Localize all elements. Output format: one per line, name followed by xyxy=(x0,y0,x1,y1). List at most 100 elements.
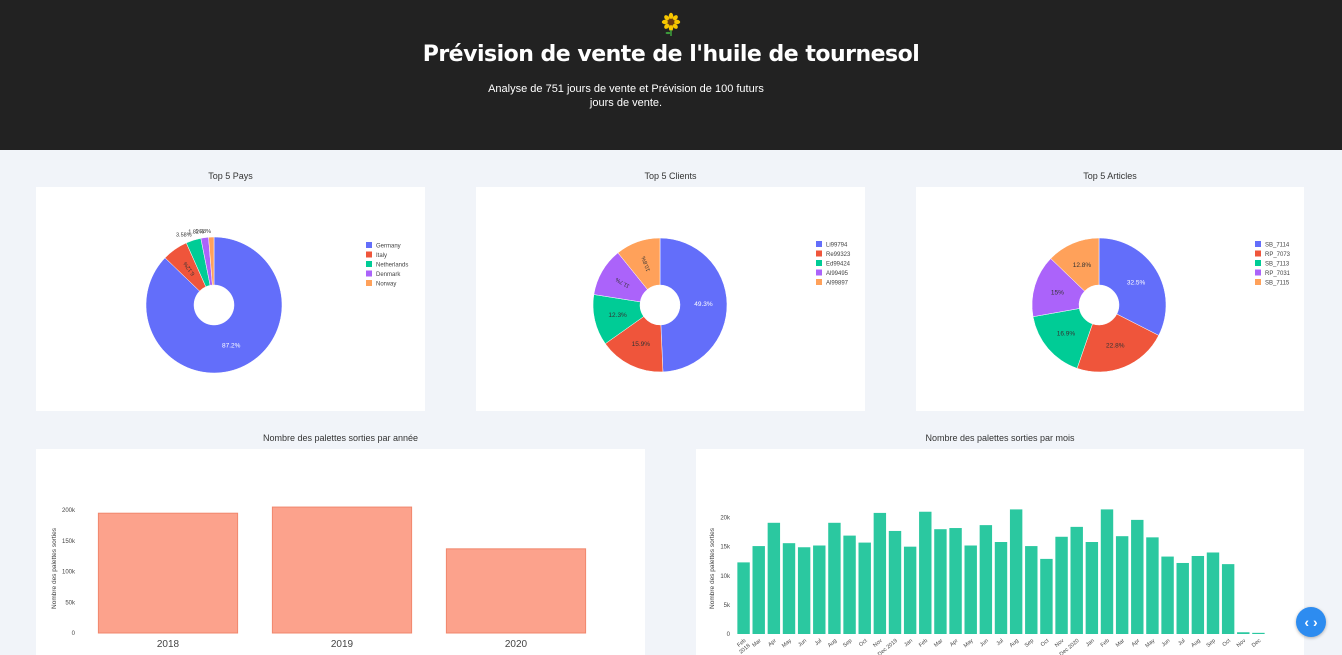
pie-card-pays: 87.2% Germany 6.12% Italy 3.58% Netherlands 1.… xyxy=(36,187,425,411)
pie-chart-articles[interactable]: 32.5% SB_7114 22.8% RP_7073 16.9% SB_7113 15% R… xyxy=(916,187,1304,411)
x-tick-label: Aug xyxy=(1009,638,1020,649)
bar-jul[interactable] xyxy=(1176,562,1189,634)
slice-value-label: 22.8% xyxy=(1106,342,1125,349)
y-tick-label: 100k xyxy=(62,570,76,576)
bar-feb[interactable] xyxy=(919,511,932,634)
y-tick-label: 200k xyxy=(62,508,76,514)
bar-jun[interactable] xyxy=(797,547,811,634)
bar-sep[interactable] xyxy=(1025,546,1038,634)
bar-dec[interactable] xyxy=(888,530,902,634)
legend-label-li99794[interactable]: Li99794 xyxy=(826,243,848,249)
bar-aug[interactable] xyxy=(828,522,841,634)
legend-swatch-re99323[interactable] xyxy=(816,250,822,257)
bar-2018[interactable] xyxy=(97,512,239,634)
bar-dec[interactable] xyxy=(1070,526,1083,634)
x-tick-label: Nov xyxy=(1236,638,1248,649)
code-toggle-button[interactable]: ‹ › xyxy=(1296,607,1326,637)
x-tick-label: Aug xyxy=(827,638,838,649)
bar-feb[interactable] xyxy=(1100,509,1114,634)
legend-swatch-al99897[interactable] xyxy=(816,279,822,285)
legend-label-ed99424[interactable]: Ed99424 xyxy=(826,262,851,268)
bar-may[interactable] xyxy=(782,543,796,634)
legend-label-sb-7115[interactable]: SB_7115 xyxy=(1265,281,1290,287)
legend-swatch-rp-7073[interactable] xyxy=(1255,250,1261,257)
legend-label-sb-7113[interactable]: SB_7113 xyxy=(1265,262,1290,268)
bar-jan-2020[interactable] xyxy=(1085,542,1099,634)
bar-card-mois: 0 5k 10k 15k 20k Nombre des palettes sorties F… xyxy=(696,449,1304,655)
pie-slice-sb-7114[interactable] xyxy=(1098,237,1167,336)
x-tick-label: Jul xyxy=(814,638,823,647)
bar-oct[interactable] xyxy=(1040,558,1053,634)
bar-2019[interactable] xyxy=(271,506,413,634)
legend-label-denmark[interactable]: Denmark xyxy=(376,272,401,278)
bar-aug[interactable] xyxy=(1009,509,1023,634)
slice-value-label: 15% xyxy=(1051,289,1064,296)
legend-label-rp-7031[interactable]: RP_7031 xyxy=(1265,271,1291,277)
legend-label-al99897[interactable]: Al99897 xyxy=(826,281,849,287)
x-tick-label: Jan xyxy=(1085,638,1096,648)
bar-dec[interactable] xyxy=(1252,632,1265,634)
y-tick-label: 20k xyxy=(720,516,731,522)
x-tick-label: 2020 xyxy=(505,639,528,650)
bar-feb-2018[interactable] xyxy=(737,562,750,634)
bar-aug[interactable] xyxy=(1191,555,1205,634)
slice-value-label: 49.3% xyxy=(694,301,713,308)
y-tick-label: 50k xyxy=(65,600,76,606)
bar-nov[interactable] xyxy=(873,512,887,634)
bar-apr[interactable] xyxy=(949,528,962,634)
legend-swatch-italy[interactable] xyxy=(366,251,372,258)
bar-chart-mois[interactable]: 0 5k 10k 15k 20k Nombre des palettes sorties F… xyxy=(696,449,1304,655)
bar-mar[interactable] xyxy=(752,546,765,634)
chart-title-annee: Nombre des palettes sorties par année xyxy=(262,433,419,443)
pie-chart-clients[interactable]: 49.3%Li9979415.9%Re9932312.3%Ed9942411.7… xyxy=(476,187,865,411)
legend-swatch-li99794[interactable] xyxy=(816,241,822,247)
chart-title-top-articles: Top 5 Articles xyxy=(1083,171,1137,181)
legend-swatch-sb-7115[interactable] xyxy=(1255,279,1261,285)
legend-label-sb-7114[interactable]: SB_7114 xyxy=(1265,243,1290,249)
bar-mar[interactable] xyxy=(1115,536,1129,634)
bar-nov[interactable] xyxy=(1055,536,1068,634)
legend-label-netherlands[interactable]: Netherlands xyxy=(376,263,408,269)
bar-jun[interactable] xyxy=(979,525,993,634)
bar-oct[interactable] xyxy=(858,542,871,634)
legend-label-germany[interactable]: Germany xyxy=(376,244,401,250)
x-tick-label: Oct xyxy=(858,638,869,648)
bar-2020[interactable] xyxy=(445,548,587,634)
bar-jan-2019[interactable] xyxy=(903,546,917,634)
bar-may[interactable] xyxy=(1146,537,1159,634)
legend-swatch-netherlands[interactable] xyxy=(366,261,372,267)
legend-swatch-norway[interactable] xyxy=(366,280,372,286)
bar-apr[interactable] xyxy=(767,522,781,634)
legend-swatch-al99495[interactable] xyxy=(816,269,822,276)
legend-label-italy[interactable]: Italy xyxy=(376,253,387,259)
legend-label-norway[interactable]: Norway xyxy=(376,282,396,288)
bar-chart-annee[interactable]: 0 50k 100k 150k 200k Nombre des palettes sort… xyxy=(36,449,645,655)
bar-jul[interactable] xyxy=(994,542,1008,634)
legend-swatch-germany[interactable] xyxy=(366,242,372,248)
bar-sep[interactable] xyxy=(843,535,856,634)
bar-may[interactable] xyxy=(964,545,977,634)
legend-label-rp-7073[interactable]: RP_7073 xyxy=(1265,252,1291,258)
legend-swatch-sb-7114[interactable] xyxy=(1255,241,1261,247)
legend-label-al99495[interactable]: Al99495 xyxy=(826,271,849,277)
legend-swatch-ed99424[interactable] xyxy=(816,260,822,266)
bar-jul[interactable] xyxy=(813,545,826,634)
pie-card-clients: 49.3% Li99794 15.9% Re99323 12.3% Ed99424 11.7… xyxy=(476,187,865,411)
bar-jun[interactable] xyxy=(1161,556,1174,634)
slice-value-label: 1.28% xyxy=(195,229,211,235)
legend-swatch-rp-7031[interactable] xyxy=(1255,269,1261,276)
bar-sep[interactable] xyxy=(1206,552,1220,634)
y-axis-label: Nombre des palettes sorties xyxy=(709,527,716,609)
page-title: Prévision de vente de l'huile de tournes… xyxy=(422,42,920,67)
legend-swatch-denmark[interactable] xyxy=(366,270,372,277)
x-tick-label: Oct xyxy=(1040,638,1051,648)
bar-nov[interactable] xyxy=(1237,632,1250,634)
page-header: Prévision de vente de l'huile de tournes… xyxy=(0,0,1342,150)
pie-chart-pays[interactable]: 87.2%Germany6.12%Italy3.58%Netherlands1.… xyxy=(36,187,425,411)
bar-oct[interactable] xyxy=(1221,564,1235,634)
bar-mar[interactable] xyxy=(934,529,947,634)
legend-swatch-sb-7113[interactable] xyxy=(1255,260,1261,266)
legend-label-re99323[interactable]: Re99323 xyxy=(826,252,851,258)
bar-apr[interactable] xyxy=(1131,519,1144,634)
x-tick-label: Mar xyxy=(1115,638,1126,649)
